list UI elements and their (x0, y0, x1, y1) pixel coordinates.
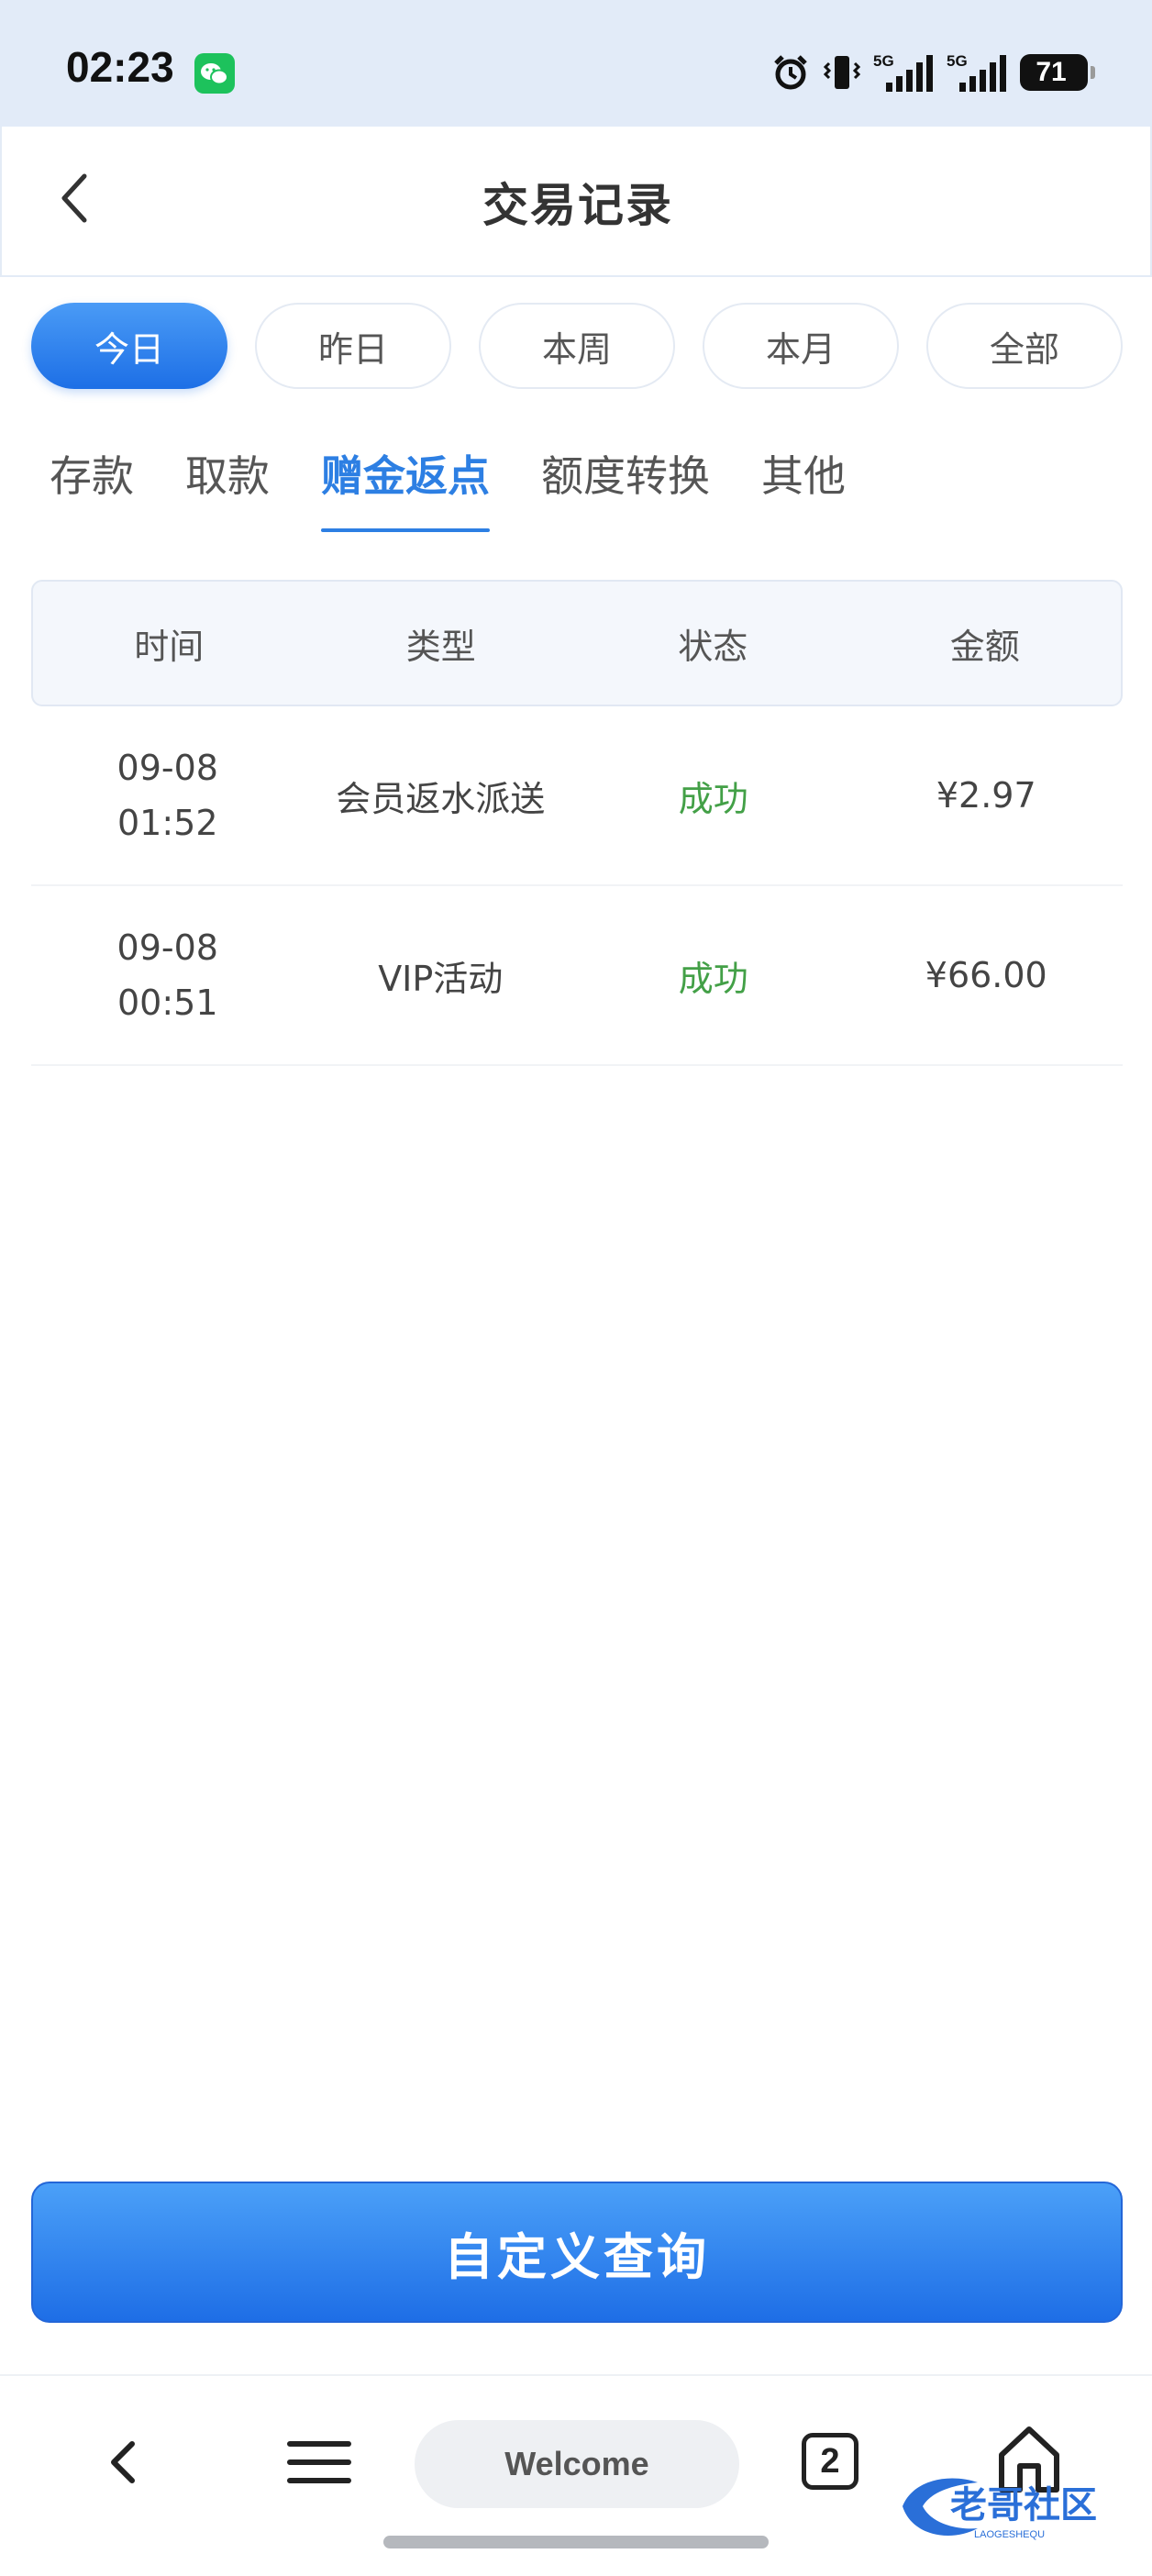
wechat-icon (194, 53, 235, 94)
row-datetime: 09-08 01:52 (31, 740, 305, 850)
address-bar[interactable]: Welcome (415, 2420, 739, 2508)
chip-this-week[interactable]: 本周 (479, 303, 675, 389)
table-row[interactable]: 09-08 01:52 会员返水派送 成功 ¥2.97 (31, 706, 1123, 886)
row-type: 会员返水派送 (336, 778, 546, 819)
chip-this-month[interactable]: 本月 (703, 303, 899, 389)
records-table: 时间 类型 状态 金额 09-08 01:52 会员返水派送 成功 ¥2.97 … (31, 580, 1123, 1066)
row-date: 09-08 (116, 927, 218, 968)
column-time: 时间 (134, 626, 205, 667)
svg-text:5G: 5G (947, 52, 968, 70)
status-time: 02:23 (66, 43, 174, 91)
header: 交易记录 (0, 127, 1152, 277)
tab-transfer[interactable]: 额度转换 (541, 437, 710, 510)
browser-menu-button[interactable] (284, 2433, 354, 2492)
alarm-icon (774, 55, 807, 90)
tab-other[interactable]: 其他 (761, 437, 846, 510)
row-time: 00:51 (116, 983, 218, 1023)
status-bar: 02:23 5G 5G 71 (0, 0, 1152, 127)
row-date: 09-08 (116, 748, 218, 788)
battery-icon: 71 (1020, 54, 1095, 91)
battery-level: 71 (1036, 57, 1067, 87)
page-title: 交易记录 (482, 179, 673, 232)
row-time: 01:52 (116, 803, 218, 843)
watermark-subtext: LAOGESHEQU (974, 2529, 1045, 2540)
watermark-logo: 老哥社区 LAOGESHEQU (895, 2470, 1143, 2543)
date-filter-chips: 今日 昨日 本周 本月 全部 (31, 303, 1123, 389)
column-type: 类型 (405, 626, 476, 667)
column-amount: 金额 (949, 626, 1020, 667)
vibrate-icon (824, 56, 860, 89)
svg-text:5G: 5G (873, 52, 894, 70)
row-status: 成功 (678, 778, 748, 819)
chip-today[interactable]: 今日 (31, 303, 227, 389)
chevron-left-icon (111, 2441, 135, 2483)
column-status: 状态 (678, 626, 748, 667)
table-row[interactable]: 09-08 00:51 VIP活动 成功 ¥66.00 (31, 886, 1123, 1066)
custom-query-button[interactable]: 自定义查询 (31, 2182, 1123, 2323)
row-status: 成功 (678, 958, 748, 999)
hamburger-menu-icon (287, 2441, 351, 2483)
back-button[interactable] (39, 161, 112, 235)
tab-switcher-button[interactable]: 2 (802, 2433, 858, 2490)
chevron-left-icon (61, 173, 87, 223)
home-indicator[interactable] (383, 2536, 769, 2548)
signal-5g-icon: 5G (873, 52, 933, 92)
row-amount: ¥2.97 (936, 775, 1036, 816)
row-amount: ¥66.00 (925, 955, 1047, 995)
category-tabs: 存款 取款 赠金返点 额度转换 其他 (50, 437, 897, 538)
chip-all[interactable]: 全部 (926, 303, 1123, 389)
watermark-text: 老哥社区 (950, 2484, 1097, 2526)
signal-5g-icon: 5G (947, 52, 1006, 92)
tab-deposit[interactable]: 存款 (50, 437, 134, 510)
chip-yesterday[interactable]: 昨日 (255, 303, 451, 389)
status-icons: 5G 5G 71 (770, 50, 1095, 95)
row-datetime: 09-08 00:51 (31, 920, 305, 1030)
tab-withdraw[interactable]: 取款 (185, 437, 270, 510)
table-header: 时间 类型 状态 金额 (31, 580, 1123, 706)
browser-back-button[interactable] (95, 2433, 154, 2492)
tab-bonus-rebate[interactable]: 赠金返点 (321, 437, 490, 532)
row-type: VIP活动 (378, 958, 504, 999)
